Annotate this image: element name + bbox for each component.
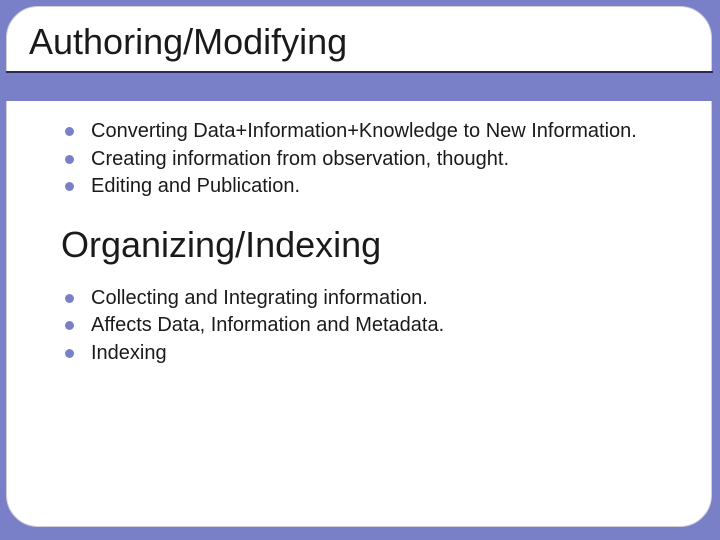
slide-subtitle: Organizing/Indexing (61, 224, 667, 266)
list-item: Indexing (65, 341, 667, 367)
list-item: Collecting and Integrating information. (65, 286, 667, 312)
list-item: Editing and Publication. (65, 174, 667, 200)
header-area: Authoring/Modifying (7, 7, 711, 63)
list-item: Converting Data+Information+Knowledge to… (65, 119, 667, 145)
bullet-list-2: Collecting and Integrating information. … (65, 286, 667, 367)
list-item: Creating information from observation, t… (65, 147, 667, 173)
bullet-list-1: Converting Data+Information+Knowledge to… (65, 119, 667, 200)
accent-band (6, 71, 713, 101)
slide-title: Authoring/Modifying (29, 21, 711, 63)
slide-content: Converting Data+Information+Knowledge to… (7, 101, 711, 367)
slide-card: Authoring/Modifying Converting Data+Info… (6, 6, 712, 527)
list-item: Affects Data, Information and Metadata. (65, 313, 667, 339)
